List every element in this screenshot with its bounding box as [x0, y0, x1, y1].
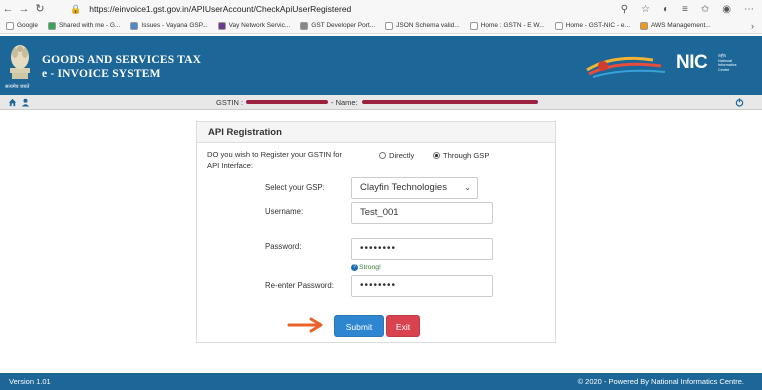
reenter-password-label: Re-enter Password:: [265, 281, 334, 290]
gsp-select[interactable]: Clayfin Technologies ⌄: [351, 177, 478, 199]
user-icon[interactable]: [21, 98, 30, 107]
more-icon[interactable]: ⋯: [744, 4, 754, 15]
bookmark-label: AWS Management...: [650, 22, 711, 29]
forward-icon[interactable]: →: [16, 0, 32, 18]
radio-gsp-circle[interactable]: [433, 152, 440, 159]
panel-title: API Registration: [197, 122, 555, 143]
bookmark-favicon-icon: [639, 21, 648, 30]
gstin-label: GSTIN :: [216, 98, 244, 107]
bookmark-favicon-icon: [130, 21, 139, 30]
password-input[interactable]: ••••••••: [351, 238, 493, 260]
radio-directly-circle[interactable]: [379, 152, 386, 159]
api-registration-panel: API Registration DO you wish to Register…: [196, 121, 556, 343]
question-line1: DO you wish to Register your GSTIN for: [207, 150, 343, 159]
bookmark-label: Issues - Vayana GSP...: [141, 22, 208, 29]
favorite-icon[interactable]: ☆: [641, 4, 650, 15]
password-strength: ? Strong!: [351, 264, 381, 271]
bookmark-item[interactable]: Shared with me - G...: [47, 21, 121, 30]
bookmark-item[interactable]: GST Developer Port...: [300, 21, 376, 30]
nic-logo: NIC: [676, 52, 708, 73]
password-label: Password:: [265, 242, 302, 251]
lock-icon: 🔒: [70, 3, 82, 14]
site-title: GOODS AND SERVICES TAX e - INVOICE SYSTE…: [42, 53, 201, 81]
bookmark-item[interactable]: Vay Network Servic...: [217, 21, 291, 30]
nic-sub-line4: Centre: [718, 67, 730, 72]
site-title-line2: e - INVOICE SYSTEM: [42, 68, 161, 80]
bookmark-item[interactable]: Google: [6, 21, 38, 30]
radio-gsp-label: Through GSP: [443, 151, 490, 160]
search-icon[interactable]: ⚲: [621, 4, 628, 15]
browser-toolbar: ← → ↻ 🔒 https://einvoice1.gst.gov.in/API…: [0, 0, 762, 18]
submit-button[interactable]: Submit: [334, 315, 384, 337]
reenter-password-input[interactable]: ••••••••: [351, 275, 493, 297]
bookmark-label: Home : GSTN - E W...: [480, 22, 545, 29]
national-emblem-icon: [10, 45, 30, 79]
bookmark-label: Home - GST-NIC - e...: [565, 22, 630, 29]
gsp-label: Select your GSP:: [265, 183, 325, 192]
gst-logo-icon: [586, 56, 666, 78]
annotation-arrow-icon: [287, 317, 323, 333]
site-header: सत्यमेव जयते GOODS AND SERVICES TAX e - …: [0, 36, 762, 95]
home-icon[interactable]: [8, 98, 17, 107]
info-icon: ?: [351, 264, 358, 271]
gstin-redacted: [246, 100, 328, 104]
name-redacted: [362, 100, 538, 104]
bookmark-label: Vay Network Servic...: [228, 22, 291, 29]
back-icon[interactable]: ←: [0, 0, 16, 18]
emblem-caption: सत्यमेव जयते: [5, 84, 30, 90]
url-text: https://einvoice1.gst.gov.in/APIUserAcco…: [89, 4, 352, 14]
user-info-strip: GSTIN : - Name:: [0, 95, 762, 110]
bookmark-item[interactable]: Home - GST-NIC - e...: [554, 21, 630, 30]
bookmark-favicon-icon: [47, 21, 56, 30]
bookmark-favicon-icon: [554, 21, 563, 30]
username-input[interactable]: Test_001: [351, 202, 493, 224]
bookmark-label: JSON Schema valid...: [396, 22, 460, 29]
extension-icon[interactable]: ◐: [663, 4, 669, 15]
chevron-down-icon: ⌄: [464, 183, 471, 192]
bookmark-label: Shared with me - G...: [58, 22, 121, 29]
version-text: Version 1.01: [9, 377, 51, 386]
register-question: DO you wish to Register your GSTIN for A…: [207, 149, 382, 171]
question-line2: API Interface:: [207, 161, 254, 170]
radio-directly[interactable]: Directly: [379, 151, 414, 160]
bookmark-favicon-icon: [6, 21, 14, 30]
bookmark-label: GST Developer Port...: [311, 22, 376, 29]
refresh-icon[interactable]: ↻: [32, 0, 48, 18]
gsp-select-value: Clayfin Technologies: [360, 182, 447, 193]
radio-through-gsp[interactable]: Through GSP: [433, 151, 489, 160]
bookmark-favicon-icon: [385, 21, 394, 30]
username-label: Username:: [265, 207, 304, 216]
bookmark-item[interactable]: Home : GSTN - E W...: [469, 21, 545, 30]
favorites-bar-icon[interactable]: ✩: [701, 4, 709, 15]
bookmark-favicon-icon: [217, 21, 226, 30]
address-bar[interactable]: 🔒 https://einvoice1.gst.gov.in/APIUserAc…: [70, 0, 351, 18]
logout-icon[interactable]: [735, 98, 744, 107]
site-title-line1: GOODS AND SERVICES TAX: [42, 54, 202, 66]
nic-subtitle: राष्ट्रीय National Informatics Centre: [718, 54, 737, 72]
bookmark-favicon-icon: [469, 21, 478, 30]
bookmark-item[interactable]: Issues - Vayana GSP...: [130, 21, 208, 30]
bookmark-label: Google: [17, 22, 38, 29]
name-label: - Name:: [331, 98, 358, 107]
bookmarks-bar: Google Shared with me - G... Issues - Vaya…: [0, 18, 762, 34]
exit-button[interactable]: Exit: [386, 315, 420, 337]
bookmark-favicon-icon: [300, 21, 309, 30]
footer: Version 1.01 © 2020 - Powered By Nationa…: [0, 373, 762, 390]
powered-by-text: © 2020 - Powered By National Informatics…: [577, 377, 744, 386]
radio-directly-label: Directly: [389, 151, 415, 160]
bookmark-item[interactable]: JSON Schema valid...: [385, 21, 460, 30]
password-strength-text: Strong!: [359, 264, 381, 271]
profile-icon[interactable]: ◉: [722, 4, 731, 15]
bookmark-item[interactable]: AWS Management...: [639, 21, 711, 30]
collections-icon[interactable]: ≡: [682, 4, 688, 15]
bookmarks-overflow-icon[interactable]: ›: [751, 21, 754, 31]
